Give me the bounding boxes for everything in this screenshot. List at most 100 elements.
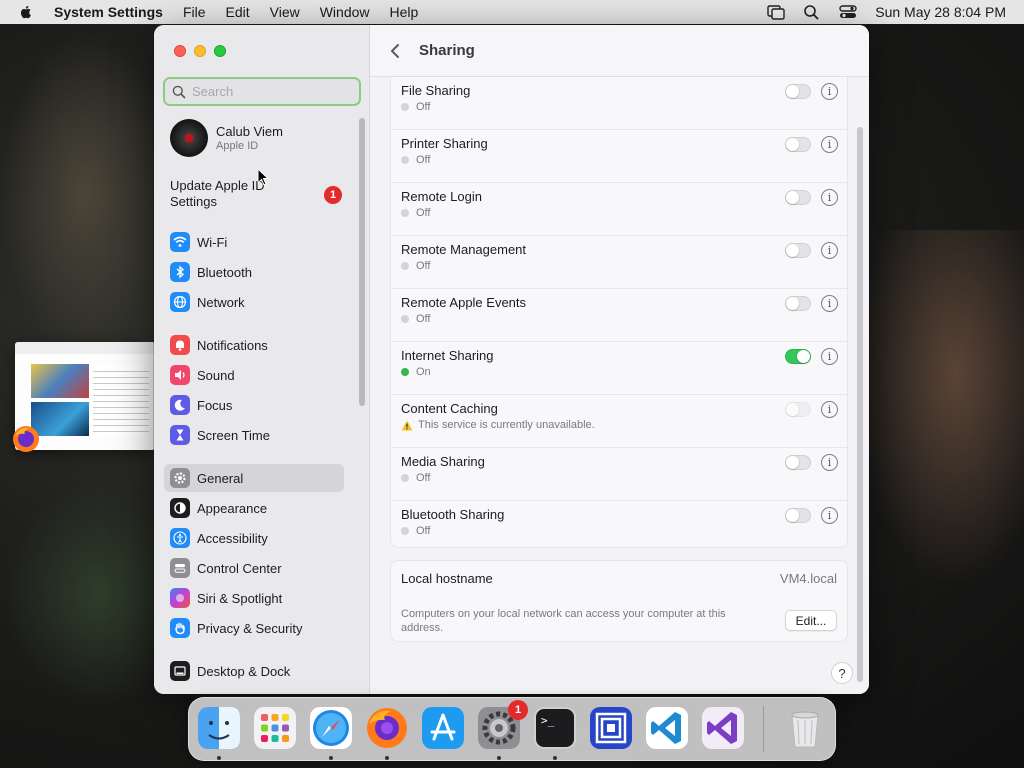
- menu-file[interactable]: File: [183, 4, 206, 20]
- sidebar-item-accessibility[interactable]: Accessibility: [164, 524, 344, 552]
- bluetooth-sharing-toggle[interactable]: [785, 508, 811, 523]
- info-icon[interactable]: i: [821, 83, 838, 100]
- menu-edit[interactable]: Edit: [226, 4, 250, 20]
- info-icon[interactable]: i: [821, 507, 838, 524]
- sidebar-item-privacy-security[interactable]: Privacy & Security: [164, 614, 344, 642]
- dock-firefox[interactable]: [365, 706, 409, 750]
- status-dot: [401, 103, 409, 111]
- info-icon[interactable]: i: [821, 348, 838, 365]
- sidebar-item-label: Privacy & Security: [197, 620, 303, 636]
- accessibility-icon: [170, 528, 190, 548]
- running-indicator: [385, 756, 389, 760]
- visual-studio-icon: [702, 707, 744, 749]
- sidebar-item-siri-spotlight[interactable]: Siri & Spotlight: [164, 584, 344, 612]
- app-name-menu[interactable]: System Settings: [54, 4, 163, 20]
- remote-login-toggle[interactable]: [785, 190, 811, 205]
- moon-icon: [170, 395, 190, 415]
- sidebar-item-appearance[interactable]: Appearance: [164, 494, 344, 522]
- edit-hostname-button[interactable]: Edit...: [785, 610, 837, 631]
- service-row-remote-login: Remote Login Off i: [391, 183, 849, 236]
- sidebar-item-bluetooth[interactable]: Bluetooth: [164, 258, 344, 286]
- menu-view[interactable]: View: [270, 4, 300, 20]
- service-status: Off: [401, 313, 430, 325]
- screen-mirroring-icon[interactable]: [767, 4, 785, 20]
- hostname-value: VM4.local: [779, 571, 837, 586]
- dock-app-store[interactable]: [421, 706, 465, 750]
- apple-id-account[interactable]: Calub Viem Apple ID: [170, 119, 283, 157]
- sidebar-item-desktop-dock[interactable]: Desktop & Dock: [164, 657, 344, 685]
- search-input[interactable]: [192, 84, 342, 99]
- dock-vscode[interactable]: [645, 706, 689, 750]
- preview-titlebar: [15, 342, 155, 354]
- remote-management-toggle[interactable]: [785, 243, 811, 258]
- sidebar-item-screen-time[interactable]: Screen Time: [164, 421, 344, 449]
- sidebar-item-label: Control Center: [197, 560, 282, 576]
- spotlight-search-icon[interactable]: [803, 4, 821, 20]
- sidebar-item-control-center[interactable]: Control Center: [164, 554, 344, 582]
- info-icon[interactable]: i: [821, 295, 838, 312]
- service-row-internet-sharing: Internet Sharing On i: [391, 342, 849, 395]
- dock-finder[interactable]: [197, 706, 241, 750]
- control-center-icon[interactable]: [839, 4, 857, 20]
- sidebar-item-notifications[interactable]: Notifications: [164, 331, 344, 359]
- dock-visual-studio[interactable]: [701, 706, 745, 750]
- back-chevron-icon[interactable]: [388, 42, 402, 60]
- dock-trash[interactable]: [783, 706, 827, 750]
- remote-desktop-icon: [590, 707, 632, 749]
- internet-sharing-toggle[interactable]: [785, 349, 811, 364]
- trash-icon: [791, 711, 819, 748]
- wallpaper-blur: [0, 30, 170, 360]
- menu-window[interactable]: Window: [320, 4, 370, 20]
- info-icon[interactable]: i: [821, 242, 838, 259]
- help-button[interactable]: ?: [831, 662, 853, 684]
- sidebar-item-label: Notifications: [197, 337, 268, 353]
- main-scrollbar[interactable]: [857, 127, 863, 682]
- sidebar-scrollbar[interactable]: [359, 118, 365, 406]
- service-name: Remote Login: [401, 189, 482, 204]
- service-status: Off: [401, 525, 430, 537]
- status-text: On: [416, 366, 431, 378]
- status-dot: [401, 315, 409, 323]
- minimize-button[interactable]: [194, 45, 206, 57]
- printer-sharing-toggle[interactable]: [785, 137, 811, 152]
- app-store-icon: [422, 707, 464, 749]
- warning-icon: [401, 420, 413, 430]
- running-indicator: [329, 756, 333, 760]
- sidebar-item-focus[interactable]: Focus: [164, 391, 344, 419]
- menu-help[interactable]: Help: [390, 4, 419, 20]
- remote-apple-events-toggle[interactable]: [785, 296, 811, 311]
- sidebar-item-sound[interactable]: Sound: [164, 361, 344, 389]
- dock-launchpad[interactable]: [253, 706, 297, 750]
- dock-safari[interactable]: [309, 706, 353, 750]
- dock-terminal[interactable]: >_: [533, 706, 577, 750]
- sidebar-item-wifi[interactable]: Wi-Fi: [164, 228, 344, 256]
- status-text: Off: [416, 525, 431, 537]
- service-name: Content Caching: [401, 401, 498, 416]
- info-icon[interactable]: i: [821, 189, 838, 206]
- apple-menu-icon[interactable]: [18, 4, 34, 20]
- info-icon[interactable]: i: [821, 454, 838, 471]
- firefox-icon[interactable]: [11, 424, 41, 454]
- terminal-prompt: >_: [541, 714, 555, 727]
- bluetooth-icon: [170, 262, 190, 282]
- status-text: Off: [416, 101, 431, 113]
- hostname-description: Computers on your local network can acce…: [401, 608, 726, 634]
- service-status: Off: [401, 207, 430, 219]
- status-text: Off: [416, 260, 431, 272]
- sidebar-item-general[interactable]: General: [164, 464, 344, 492]
- zoom-button[interactable]: [214, 45, 226, 57]
- status-dot-on: [401, 368, 409, 376]
- dock-remote-desktop[interactable]: [589, 706, 633, 750]
- info-icon[interactable]: i: [821, 136, 838, 153]
- search-field[interactable]: [163, 77, 361, 106]
- service-row-remote-management: Remote Management Off i: [391, 236, 849, 289]
- sidebar-item-network[interactable]: Network: [164, 288, 344, 316]
- close-button[interactable]: [174, 45, 186, 57]
- status-text: Off: [416, 154, 431, 166]
- finder-icon: [198, 707, 240, 749]
- menu-bar-clock[interactable]: Sun May 28 8:04 PM: [875, 4, 1006, 20]
- info-icon[interactable]: i: [821, 401, 838, 418]
- menu-bar: System Settings File Edit View Window He…: [0, 0, 1024, 24]
- file-sharing-toggle[interactable]: [785, 84, 811, 99]
- media-sharing-toggle[interactable]: [785, 455, 811, 470]
